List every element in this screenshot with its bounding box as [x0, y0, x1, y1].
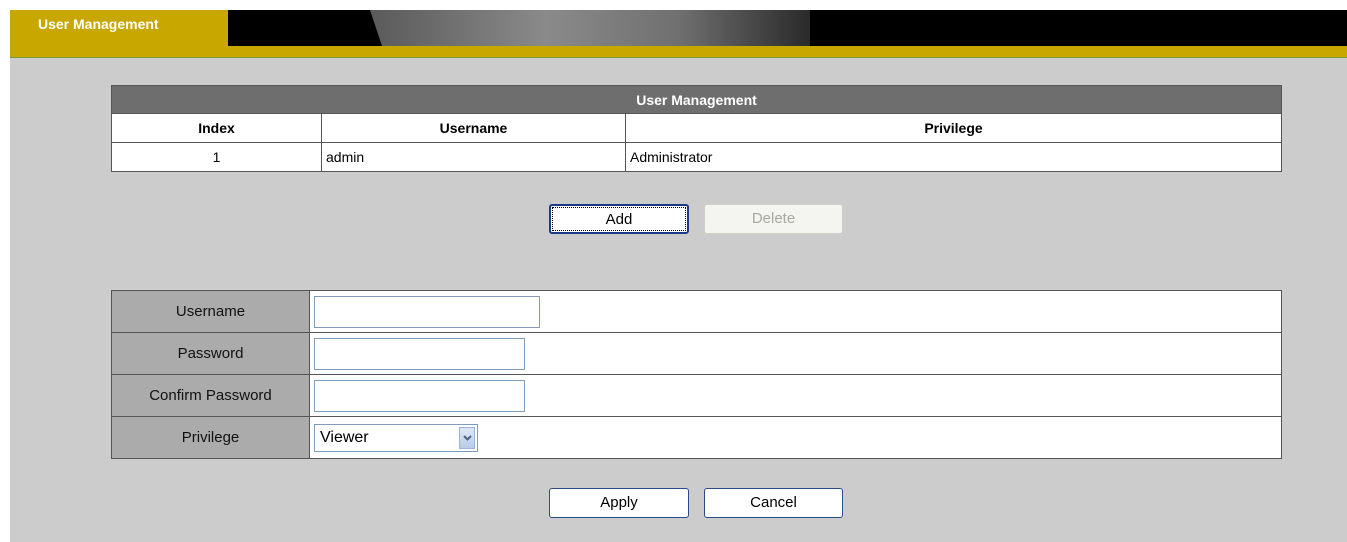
add-button[interactable]: Add: [549, 204, 689, 234]
column-header-privilege: Privilege: [625, 113, 1282, 143]
confirm-password-input[interactable]: [314, 379, 525, 412]
column-header-index: Index: [111, 113, 322, 143]
user-form: Username Password Confirm Password Privi…: [111, 290, 1282, 459]
cell-privilege: Administrator: [625, 142, 1282, 172]
table-caption: User Management: [111, 85, 1282, 114]
delete-button[interactable]: Delete: [704, 204, 843, 234]
apply-button[interactable]: Apply: [549, 488, 689, 518]
header-accent-line: [10, 46, 1347, 58]
privilege-select[interactable]: Viewer: [314, 423, 478, 452]
username-input[interactable]: [314, 295, 540, 328]
confirm-password-label: Confirm Password: [111, 374, 310, 417]
password-input[interactable]: [314, 337, 525, 370]
cancel-button[interactable]: Cancel: [704, 488, 843, 518]
password-label: Password: [111, 332, 310, 375]
username-label: Username: [111, 290, 310, 333]
user-list-table: User Management Index Username Privilege…: [111, 85, 1282, 172]
privilege-label: Privilege: [111, 416, 310, 459]
tab-label: User Management: [38, 16, 159, 32]
header-decoration: [370, 10, 810, 46]
chevron-down-icon[interactable]: [459, 426, 475, 449]
privilege-selected-value: Viewer: [320, 428, 369, 446]
header-bar: User Management: [10, 10, 1347, 46]
tab-user-management[interactable]: User Management: [10, 10, 228, 46]
table-row[interactable]: 1 admin Administrator: [111, 142, 1282, 172]
cell-username: admin: [321, 142, 626, 172]
page: User Management User Management Index Us…: [10, 10, 1347, 542]
cell-index: 1: [111, 142, 322, 172]
column-header-username: Username: [321, 113, 626, 143]
